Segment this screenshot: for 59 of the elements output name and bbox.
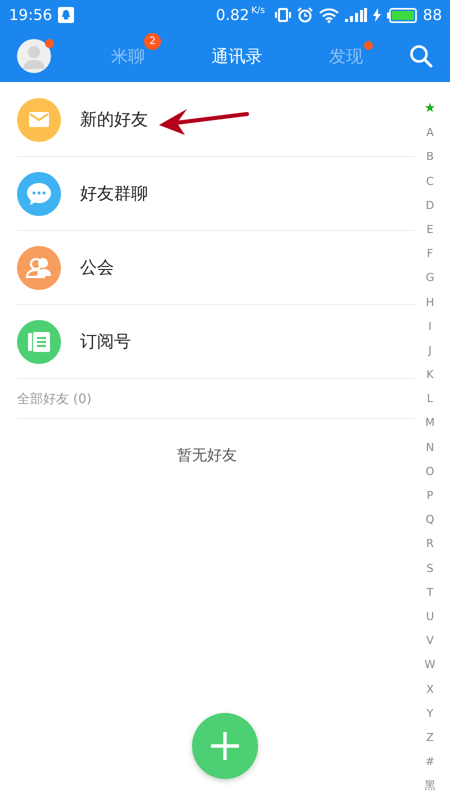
index-letter[interactable]: F	[426, 242, 434, 266]
battery-icon	[386, 8, 417, 22]
index-letter[interactable]: U	[426, 604, 434, 630]
add-button[interactable]	[192, 713, 258, 779]
index-letter[interactable]: B	[426, 145, 434, 170]
index-letter[interactable]: E	[426, 218, 434, 242]
index-letter[interactable]: R	[426, 532, 434, 557]
search-button[interactable]	[409, 44, 433, 68]
signal-icon	[344, 8, 367, 22]
index-letter[interactable]: Q	[426, 508, 434, 532]
index-letter[interactable]: L	[426, 387, 434, 412]
tab[interactable]: 发现	[327, 42, 365, 70]
tab[interactable]: 米聊	[109, 42, 147, 70]
index-letter[interactable]: Y	[426, 702, 434, 726]
avatar[interactable]	[17, 39, 51, 73]
entry-label: 公会	[80, 257, 114, 279]
index-letter[interactable]: N	[426, 436, 434, 460]
star-index[interactable]: ★	[424, 97, 436, 122]
index-letter[interactable]: A	[426, 121, 434, 146]
index-letter[interactable]: V	[426, 629, 434, 654]
network-speed: 0.82	[216, 6, 250, 24]
index-letter[interactable]: D	[426, 194, 434, 218]
contact-entry[interactable]: 订阅号	[17, 305, 415, 379]
index-letter[interactable]: H	[426, 290, 434, 315]
alarm-icon	[296, 7, 313, 23]
search-icon	[409, 44, 433, 68]
plus-icon	[208, 729, 242, 763]
index-letter[interactable]: #	[425, 750, 435, 774]
index-letter[interactable]: T	[426, 580, 434, 605]
entry-label: 新的好友	[80, 109, 148, 131]
charging-icon	[372, 8, 381, 22]
entry-label: 订阅号	[80, 331, 131, 353]
index-letter[interactable]: M	[425, 411, 435, 436]
index-letter[interactable]: K	[426, 363, 434, 388]
index-letter[interactable]: I	[428, 314, 432, 339]
status-time: 19:56	[9, 6, 52, 24]
index-letter[interactable]: O	[426, 460, 434, 484]
contact-entry[interactable]: 新的好友	[17, 83, 415, 157]
index-letter[interactable]: Z	[426, 726, 434, 750]
vibrate-icon	[274, 8, 291, 22]
wifi-icon	[318, 8, 339, 22]
entry-label: 好友群聊	[80, 183, 148, 205]
penguin-icon	[58, 7, 74, 23]
index-letter[interactable]: X	[426, 678, 434, 702]
contact-entry[interactable]: 好友群聊	[17, 157, 415, 231]
battery-percent: 88	[422, 6, 442, 24]
tab[interactable]: 通讯录	[210, 42, 264, 70]
index-letter[interactable]: J	[428, 338, 432, 364]
index-letter[interactable]: G	[426, 266, 434, 290]
unread-badge: 2	[144, 32, 161, 50]
index-letter[interactable]: W	[424, 653, 436, 678]
section-header: 全部好友 (0)	[17, 380, 415, 419]
index-letter[interactable]: 黑	[424, 774, 436, 798]
index-letter[interactable]: C	[426, 170, 434, 194]
index-letter[interactable]: S	[426, 556, 434, 581]
contact-entry[interactable]: 公会	[17, 231, 415, 305]
index-letter[interactable]: P	[426, 484, 434, 508]
empty-message: 暂无好友	[176, 446, 238, 465]
speed-unit: K/s	[251, 6, 265, 16]
